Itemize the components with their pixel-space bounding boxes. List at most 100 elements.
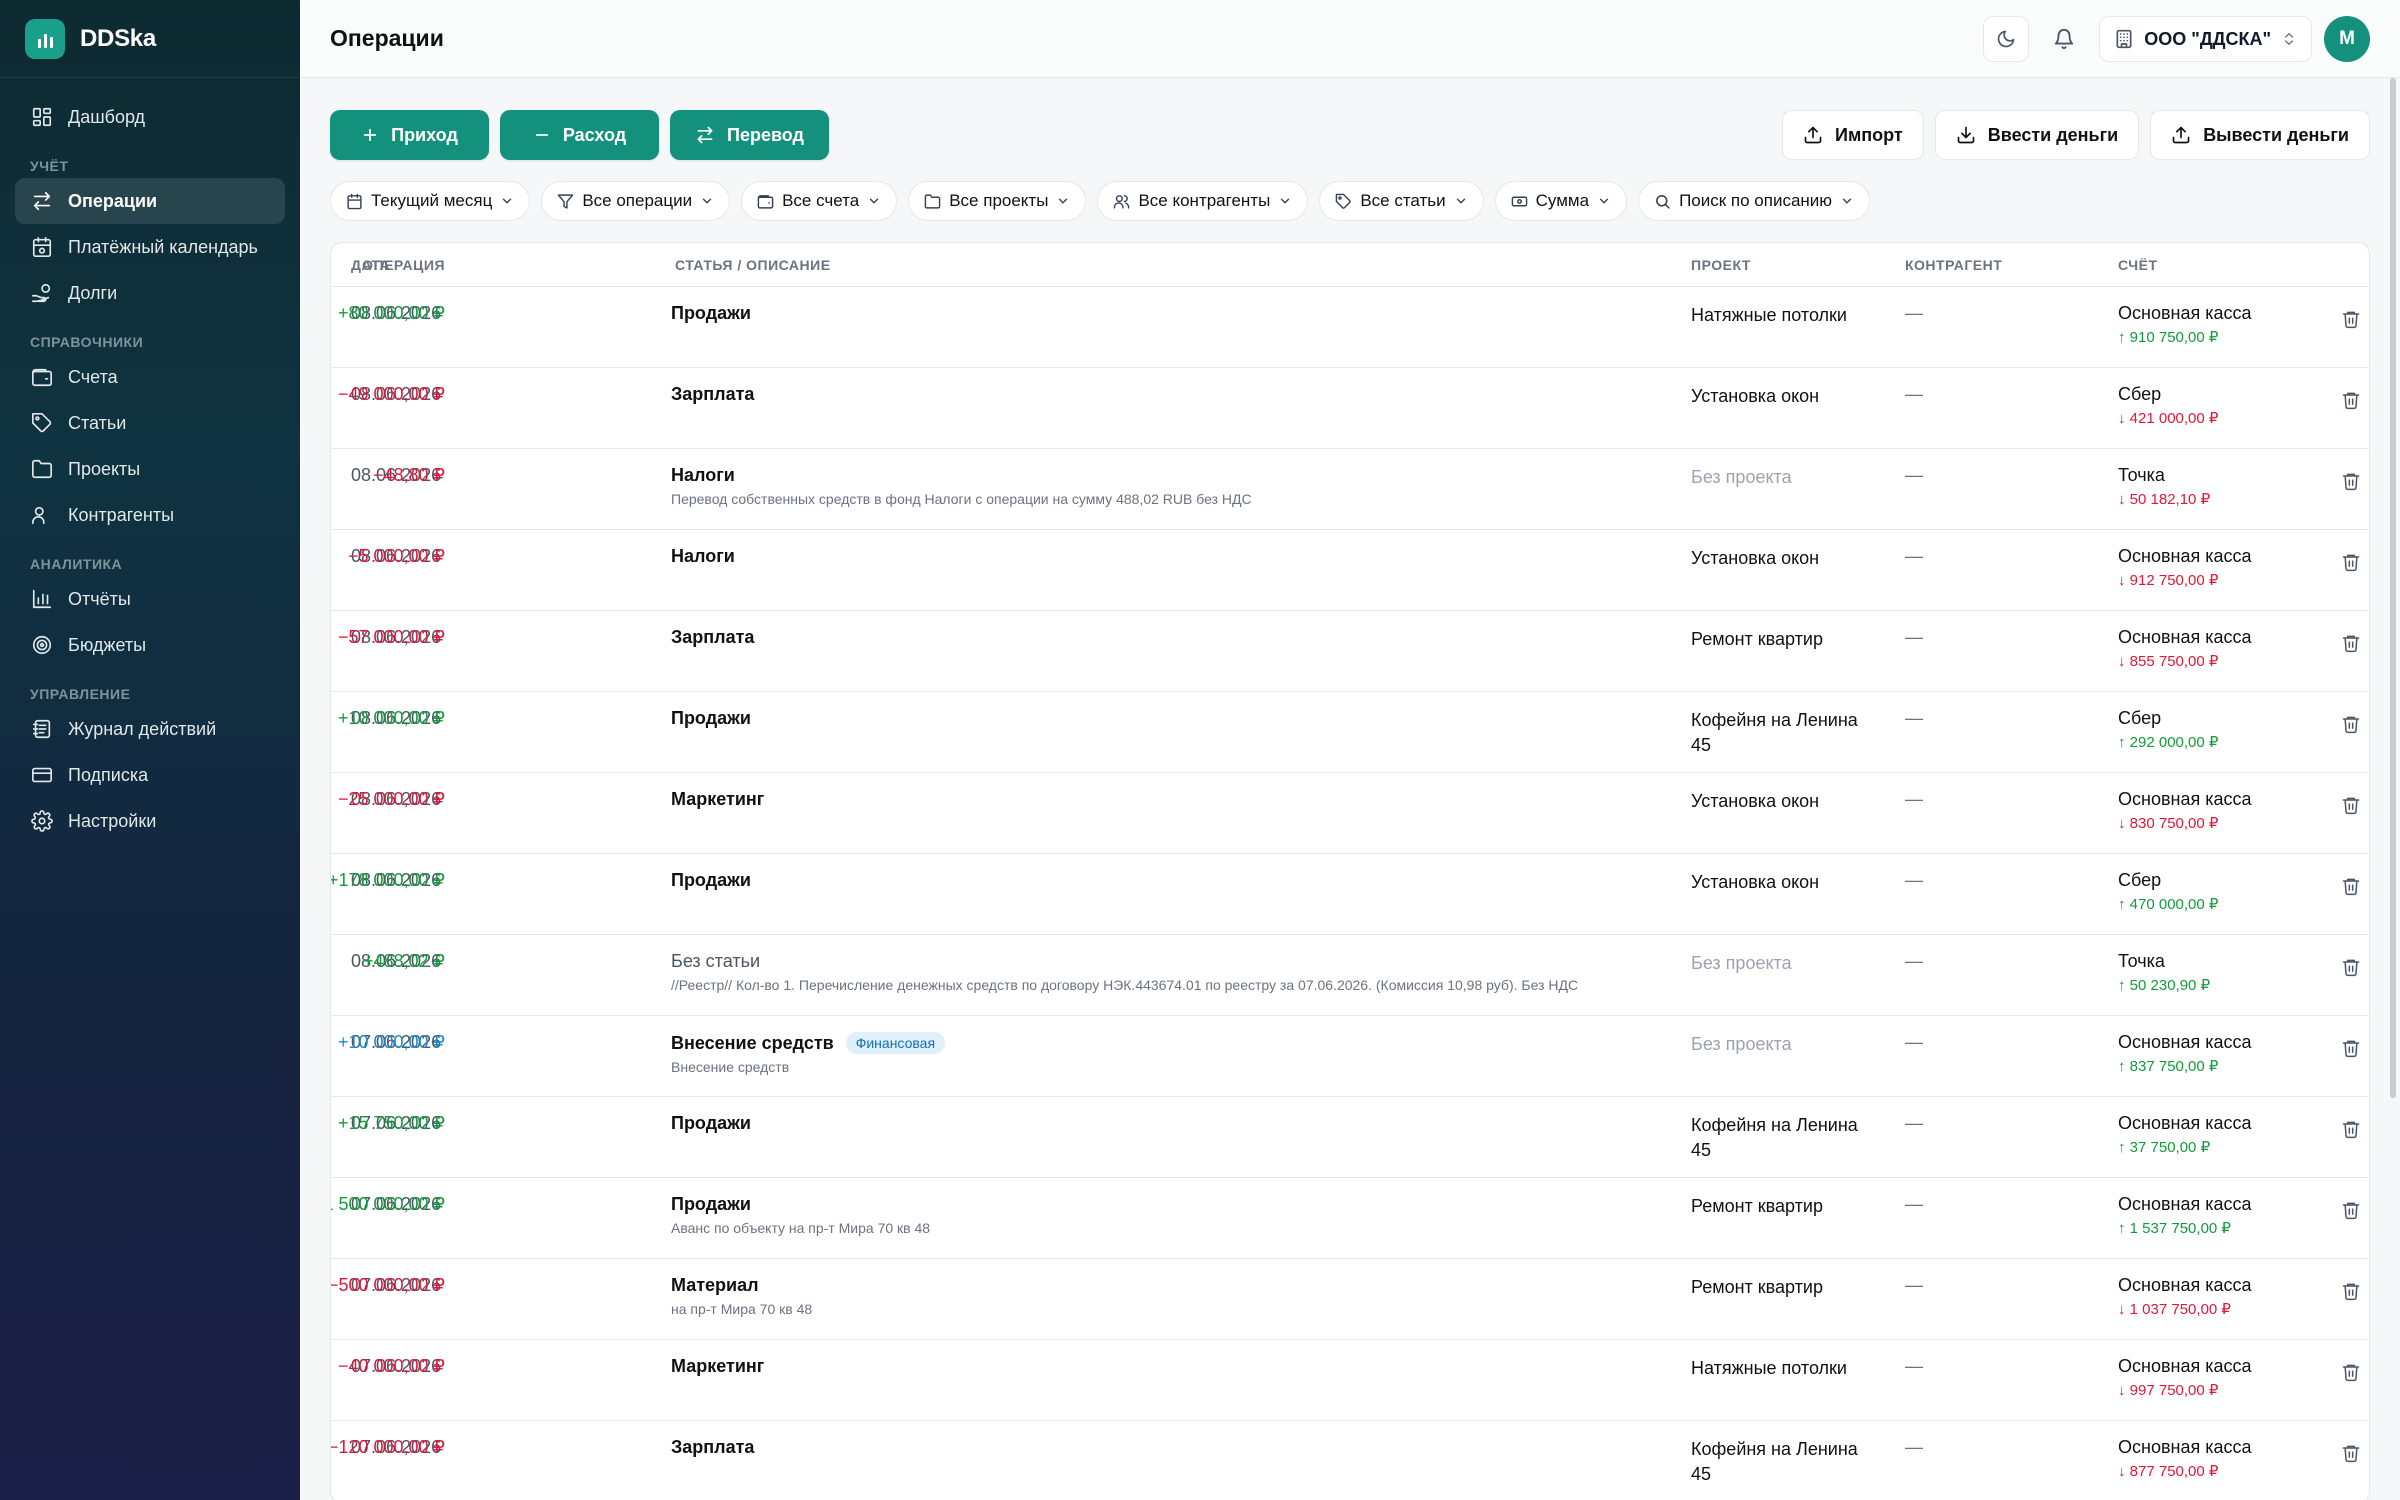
- chevron-down-icon: [1281, 198, 1290, 204]
- sidebar-item[interactable]: Счета: [15, 354, 285, 400]
- sidebar-section-label: УЧЁТ: [30, 158, 69, 174]
- row-account-name: Основная касса: [2118, 546, 2252, 566]
- operations-filter[interactable]: Все операции: [541, 181, 731, 221]
- row-description: Зарплата: [671, 384, 1651, 405]
- delete-button[interactable]: [2341, 795, 2361, 820]
- period-filter[interactable]: Текущий месяц: [330, 181, 531, 221]
- table-row[interactable]: 07.06.2026 +10 000,00 ₽ Внесение средств Фи…: [331, 1016, 2369, 1097]
- row-account: Точка ↓ 50 182,10 ₽: [2118, 465, 2210, 508]
- row-amount: +10 000,00 ₽: [337, 1032, 445, 1052]
- sidebar-item-label: Подписка: [68, 764, 149, 785]
- row-counterparty: —: [1905, 870, 1923, 890]
- delete-button[interactable]: [2341, 876, 2361, 901]
- delete-button[interactable]: [2341, 1119, 2361, 1144]
- table-row[interactable]: 07.06.2026 −40 000,00 ₽ Маркетинг Натяжные …: [331, 1340, 2369, 1421]
- row-project: Ремонт квартир: [1691, 1277, 1823, 1297]
- row-account: Основная касса ↑ 1 537 750,00 ₽: [2118, 1194, 2252, 1237]
- table-row[interactable]: 07.06.2026 −500 000,00 ₽ Материал на пр-т М…: [331, 1259, 2369, 1340]
- add-income-button[interactable]: Приход: [330, 110, 489, 160]
- delete-button[interactable]: [2341, 309, 2361, 334]
- delete-button[interactable]: [2341, 1200, 2361, 1225]
- row-account: Основная касса ↓ 1 037 750,00 ₽: [2118, 1275, 2252, 1318]
- delete-button[interactable]: [2341, 1281, 2361, 1306]
- projects-filter[interactable]: Все проекты: [908, 181, 1087, 221]
- row-account-name: Основная касса: [2118, 789, 2252, 809]
- sidebar-item[interactable]: Дашборд: [15, 94, 285, 140]
- add-transfer-button[interactable]: Перевод: [670, 110, 829, 160]
- delete-button[interactable]: [2341, 957, 2361, 982]
- log-icon: [32, 719, 51, 739]
- add-income-label: Приход: [391, 124, 458, 145]
- row-account-name: Основная касса: [2118, 1437, 2252, 1457]
- import-button[interactable]: Импорт: [1782, 110, 1924, 160]
- table-row[interactable]: 08.06.2026 −5 000,00 ₽ Налоги Установка око…: [331, 530, 2369, 611]
- delete-button[interactable]: [2341, 1038, 2361, 1063]
- org-selector[interactable]: ООО "ДДСКА": [2099, 16, 2312, 62]
- chevron-down-icon: [702, 198, 712, 204]
- delete-button[interactable]: [2341, 1362, 2361, 1387]
- sidebar-item-label: Настройки: [68, 810, 157, 831]
- theme-toggle-button[interactable]: [1983, 16, 2030, 62]
- row-account-balance: ↑ 910 750,00 ₽: [2118, 329, 2219, 346]
- notifications-button[interactable]: [2041, 16, 2087, 62]
- sidebar-item[interactable]: Операции: [15, 178, 285, 224]
- row-category-line: Продажи: [671, 1113, 1651, 1134]
- delete-button[interactable]: [2341, 471, 2361, 496]
- sidebar-item[interactable]: Подписка: [15, 752, 285, 798]
- table-row[interactable]: 07.06.2026 −120 000,00 ₽ Зарплата Кофейня н…: [331, 1421, 2369, 1500]
- counterparties-filter[interactable]: Все контрагенты: [1097, 181, 1309, 221]
- table-row[interactable]: 08.06.2026 +10 000,00 ₽ Продажи Кофейня на …: [331, 692, 2369, 773]
- counterparties-filter-label: Все контрагенты: [1138, 191, 1271, 210]
- sidebar-item[interactable]: Платёжный календарь: [15, 224, 285, 270]
- brand[interactable]: DDSka: [0, 0, 300, 78]
- sidebar-item[interactable]: Долги: [15, 270, 285, 316]
- avatar[interactable]: М: [2324, 16, 2370, 62]
- accounts-filter[interactable]: Все счета: [741, 181, 898, 221]
- row-counterparty: —: [1905, 789, 1923, 809]
- delete-button[interactable]: [2341, 552, 2361, 577]
- deposit-label: Ввести деньги: [1987, 124, 2119, 145]
- sidebar-item[interactable]: Настройки: [15, 798, 285, 844]
- table-row[interactable]: 08.06.2026 +178 000,00 ₽ Продажи Установка …: [331, 854, 2369, 935]
- table-row[interactable]: 08.06.2026 −49 000,00 ₽ Зарплата Установка …: [331, 368, 2369, 449]
- table-row[interactable]: 07.06.2026 +15 750,00 ₽ Продажи Кофейня на …: [331, 1097, 2369, 1178]
- deposit-button[interactable]: Ввести деньги: [1934, 110, 2140, 160]
- delete-button[interactable]: [2341, 714, 2361, 739]
- withdraw-button[interactable]: Вывести деньги: [2150, 110, 2370, 160]
- row-account-name: Точка: [2118, 465, 2165, 485]
- sidebar-item[interactable]: Статьи: [15, 400, 285, 446]
- sidebar-item[interactable]: Бюджеты: [15, 622, 285, 668]
- sidebar-item[interactable]: Проекты: [15, 446, 285, 492]
- table-row[interactable]: 08.06.2026 +80 000,00 ₽ Продажи Натяжные по…: [331, 287, 2369, 368]
- row-description: Внесение средств Финансовая Внесение средс…: [671, 1032, 1651, 1075]
- search-filter[interactable]: Поиск по описанию: [1638, 181, 1871, 221]
- row-account-name: Сбер: [2118, 870, 2162, 890]
- add-expense-button[interactable]: Расход: [500, 110, 659, 160]
- row-account-name: Сбер: [2118, 384, 2162, 404]
- sidebar-item-label: Контрагенты: [68, 504, 175, 525]
- sidebar-item[interactable]: Журнал действий: [15, 706, 285, 752]
- table-row[interactable]: 08.06.2026 −25 000,00 ₽ Маркетинг Установка…: [331, 773, 2369, 854]
- operations-table: ДАТА ОПЕРАЦИЯ СТАТЬЯ / ОПИСАНИЕ ПРОЕКТ К…: [330, 242, 2370, 1500]
- users-icon: [32, 506, 45, 525]
- categories-filter[interactable]: Все статьи: [1319, 181, 1484, 221]
- row-account-name: Основная касса: [2118, 1032, 2252, 1052]
- table-body: 08.06.2026 +80 000,00 ₽ Продажи Натяжные по…: [331, 287, 2369, 1500]
- scrollbar[interactable]: [2388, 78, 2398, 1108]
- delete-button[interactable]: [2341, 390, 2361, 415]
- sidebar-section-label: СПРАВОЧНИКИ: [30, 334, 144, 350]
- sidebar-item[interactable]: Контрагенты: [15, 492, 285, 538]
- table-row[interactable]: 08.06.2026 +488,02 ₽ Без статьи//Реестр// …: [331, 935, 2369, 1016]
- sidebar-item[interactable]: Отчёты: [15, 576, 285, 622]
- delete-button[interactable]: [2341, 1443, 2361, 1468]
- users-icon: [1114, 194, 1130, 209]
- table-row[interactable]: 08.06.2026 −57 000,00 ₽ Зарплата Ремонт ква…: [331, 611, 2369, 692]
- wallet-icon: [32, 368, 52, 387]
- column-operation[interactable]: ОПЕРАЦИЯ: [362, 257, 445, 273]
- row-account-balance: ↓ 50 182,10 ₽: [2118, 491, 2211, 508]
- table-row[interactable]: 07.06.2026+1 500 000,00 ₽ПродажиАванс по…: [331, 1178, 2369, 1259]
- banknote-icon: [1511, 196, 1527, 206]
- delete-button[interactable]: [2341, 633, 2361, 658]
- table-row[interactable]: 08.06.2026 −48,80 ₽ Налоги Перевод собствен…: [331, 449, 2369, 530]
- amount-filter[interactable]: Сумма: [1494, 181, 1628, 221]
